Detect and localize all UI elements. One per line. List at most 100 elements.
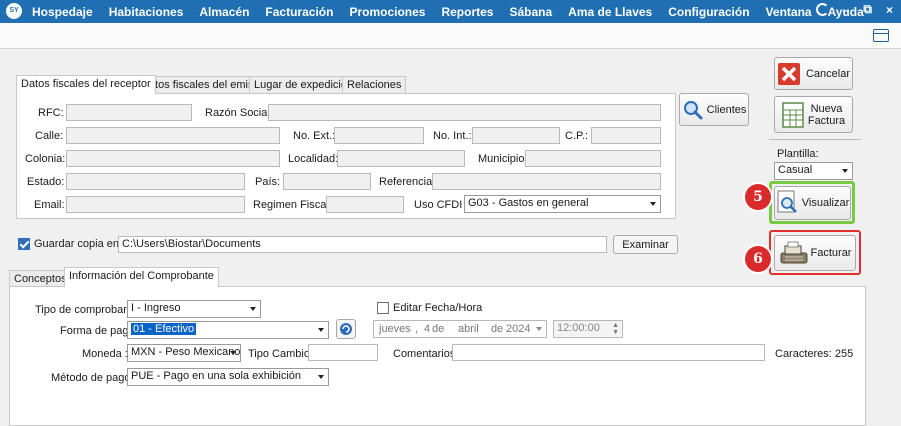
visualizar-label: Visualizar [801,197,850,209]
tipo-comprobante-value: I - Ingreso [131,302,181,314]
visualizar-button[interactable]: Visualizar [774,186,851,220]
estado-label: Estado: [27,176,65,188]
preview-document-icon [777,190,797,213]
regimen-fiscal-field[interactable] [326,196,404,213]
tab-conceptos[interactable]: Conceptos [9,270,72,287]
comentarios-field[interactable] [452,344,765,361]
chevron-down-icon [318,375,324,379]
localidad-field[interactable] [337,150,465,167]
estado-field[interactable] [66,173,245,190]
uso-cfdi-select[interactable]: G03 - Gastos en general [464,195,661,213]
examinar-button[interactable]: Examinar [613,235,678,254]
menu-habitaciones[interactable]: Habitaciones [109,5,184,19]
metodo-pago-label: Método de pago: [51,372,134,384]
no-int-label: No. Int.: [433,130,472,142]
plantilla-label: Plantilla: [777,148,819,160]
guardar-copia-checkbox[interactable] [18,238,30,250]
razon-social-field[interactable] [268,104,661,121]
tab-datos-receptor[interactable]: Datos fiscales del receptor [16,75,156,94]
panel-layout-icon[interactable] [873,29,889,42]
fecha-weekday: jueves [379,323,411,335]
fecha-day: 4 [424,323,431,335]
cancelar-button[interactable]: Cancelar [774,57,853,90]
plantilla-select[interactable]: Casual [774,162,853,180]
menu-facturacion[interactable]: Facturación [265,5,333,19]
guardar-path-field[interactable]: C:\Users\Biostar\Documents [118,236,607,253]
chevron-down-icon [842,169,848,173]
uso-cfdi-label: Uso CFDI : [414,199,469,211]
moneda-label: Moneda : [82,348,128,360]
clientes-button[interactable]: Clientes [679,93,749,126]
spinner-icon: ▲ ▼ [612,322,619,336]
tipo-cambio-field[interactable] [308,344,378,361]
chevron-down-icon [536,327,542,331]
comentarios-label: Comentarios: [393,348,459,360]
municipio-field[interactable] [525,150,661,167]
factura-label: Factura [807,114,846,127]
divider [769,139,861,140]
menu-promociones[interactable]: Promociones [349,5,425,19]
menu-reportes[interactable]: Reportes [441,5,493,19]
minimize-button[interactable]: – [843,3,850,17]
forma-pago-select[interactable]: 01 - Efectivo [127,321,329,339]
chevron-down-icon [650,202,656,206]
app-logo: SY [6,3,22,19]
menu-almacen[interactable]: Almacén [199,5,249,19]
restore-button[interactable]: ⧉ [863,2,872,17]
localidad-label: Localidad: [288,153,339,165]
main-menubar: SY Hospedaje Habitaciones Almacén Factur… [0,0,901,23]
referencia-label: Referencia: [379,176,436,188]
refresh-icon[interactable] [815,3,829,16]
window-controls: – ⧉ × [815,2,893,17]
menu-ama-de-llaves[interactable]: Ama de Llaves [568,5,652,19]
menu-sabana[interactable]: Sábana [509,5,552,19]
colonia-label: Colonia: [25,153,66,165]
close-button[interactable]: × [886,3,893,17]
menu-items: Hospedaje Habitaciones Almacén Facturaci… [32,0,880,23]
no-ext-field[interactable] [334,127,424,144]
editar-fecha-checkbox[interactable] [377,302,389,314]
nueva-factura-label: Nueva Factura [808,103,845,127]
chevron-down-icon [250,307,256,311]
fecha-month: abril [458,323,479,335]
cp-field[interactable] [591,127,661,144]
tipo-comprobante-select[interactable]: I - Ingreso [127,300,261,318]
clientes-label: Clientes [706,103,747,116]
calle-field[interactable] [66,127,280,144]
hora-field[interactable]: 12:00:00 ▲ ▼ [553,320,623,338]
guardar-copia-label: Guardar copia en: [34,238,123,250]
colonia-field[interactable] [66,150,280,167]
uso-cfdi-value: G03 - Gastos en general [468,197,589,209]
menu-ventana[interactable]: Ventana [766,5,812,19]
moneda-select[interactable]: MXN - Peso Mexicano [127,344,241,362]
menu-hospedaje[interactable]: Hospedaje [32,5,93,19]
nueva-factura-button[interactable]: Nueva Factura [774,96,853,133]
step-badge-6: 6 [745,246,771,272]
fecha-year: 2024 [506,323,531,335]
fecha-picker[interactable]: jueves , 4 de abril de 2024 [373,320,547,338]
fecha-de2: de [491,323,504,335]
pais-label: País: [255,176,281,188]
rfc-field[interactable] [66,104,192,121]
rfc-label: RFC: [38,107,64,119]
facturar-button[interactable]: Facturar [774,235,856,271]
forma-pago-label: Forma de pago: [60,325,138,337]
municipio-label: Municipio: [478,153,528,165]
metodo-pago-select[interactable]: PUE - Pago en una sola exhibición [127,368,329,386]
fecha-sep: , [415,323,419,335]
refresh-forma-pago-button[interactable] [336,319,356,339]
referencia-field[interactable] [432,173,661,190]
step-badge-5: 5 [745,184,771,210]
editar-fecha-label: Editar Fecha/Hora [393,302,483,314]
nueva-label: Nueva [810,102,843,115]
menu-configuracion[interactable]: Configuración [668,5,749,19]
no-int-field[interactable] [472,127,560,144]
email-field[interactable] [66,196,245,213]
pais-field[interactable] [283,173,371,190]
metodo-pago-value: PUE - Pago en una sola exhibición [131,370,301,382]
cash-register-icon [780,241,808,264]
tab-relaciones[interactable]: Relaciones [342,76,407,93]
refresh-icon [340,323,352,335]
tab-informacion-comprobante[interactable]: Información del Comprobante [64,267,219,287]
spreadsheet-icon [782,101,804,128]
